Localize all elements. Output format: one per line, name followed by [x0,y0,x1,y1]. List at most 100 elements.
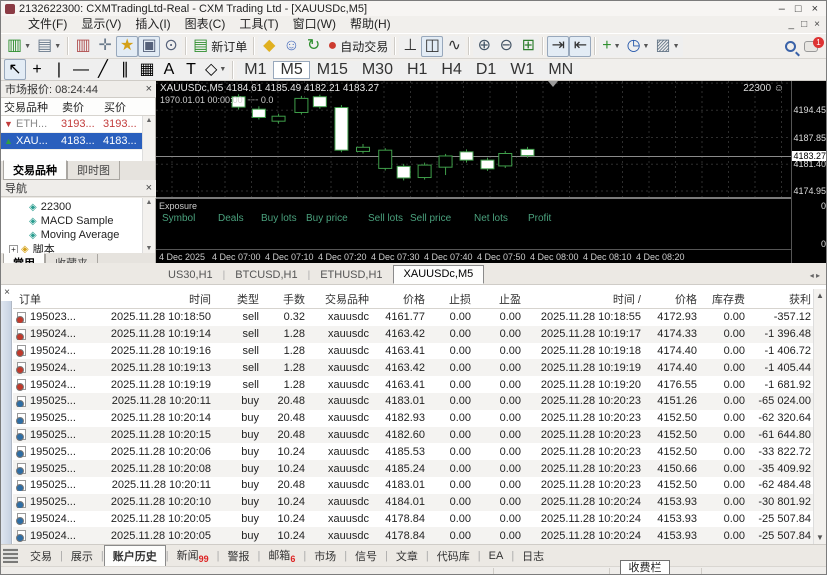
mdi-restore-button[interactable]: □ [801,19,807,30]
terminal-toggle[interactable]: ▣ [138,36,160,57]
terminal-column-header[interactable]: 类型 [215,291,263,307]
bottom-tab-市场[interactable]: 市场 [306,546,344,566]
mw-column-1[interactable]: 卖价 [59,99,101,115]
menu-item-显[interactable]: 显示(V) [74,16,128,33]
bottom-tab-代码库[interactable]: 代码库 [429,546,478,566]
strategy-tester-toggle[interactable]: ⊙ [160,36,182,57]
navigator-item[interactable]: +◈脚本 [1,242,155,253]
table-row[interactable]: 195025...2025.11.28 10:20:15buy20.48xauu… [13,427,813,444]
candlestick-button[interactable]: ◫ [421,36,443,57]
timeframe-D1[interactable]: D1 [469,61,503,79]
mdi-minimize-button[interactable]: _ [789,19,795,30]
chart-tab-BTCUSD[interactable]: BTCUSD,H1 [225,267,307,284]
terminal-column-header[interactable]: 手数 [263,291,309,307]
navigator-item[interactable]: ◈22300 [1,200,155,214]
bottom-tab-EA[interactable]: EA [481,548,512,564]
chart-window[interactable]: XAUUSDc,M5 4184.61 4185.49 4182.21 4183.… [156,81,827,263]
table-row[interactable]: 195025...2025.11.28 10:20:11buy20.48xauu… [13,477,813,494]
navigator-item[interactable]: ◈Moving Average [1,228,155,242]
periods-button[interactable]: ◷▼ [624,36,653,57]
metaeditor-button[interactable]: ◆ [258,36,280,57]
timeframe-M1[interactable]: M1 [237,61,273,79]
timeframe-M5[interactable]: M5 [273,61,309,79]
menu-item-窗[interactable]: 窗口(W) [286,16,343,33]
menu-item-插[interactable]: 插入(I) [128,16,177,33]
chart-tab-scrollers[interactable]: ◂ ▸ [804,271,826,284]
trendline-tool[interactable]: ╱ [92,59,114,80]
chart-tab-ETHUSD[interactable]: ETHUSD,H1 [310,267,392,284]
community-button[interactable]: ☺ [280,36,302,57]
bar-chart-button[interactable]: ⊥ [399,36,421,57]
chart-tab-XAUUSDc[interactable]: XAUUSDc,M5 [393,265,485,284]
terminal-column-header[interactable]: 订单 [13,291,103,307]
table-row[interactable]: 195025...2025.11.28 10:20:08buy10.24xauu… [13,460,813,477]
terminal-column-header[interactable]: 价格 [373,291,429,307]
autotrading-button[interactable]: ●自动交易 [325,36,392,57]
close-button[interactable]: × [812,3,818,15]
bottom-tab-展示[interactable]: 展示 [63,546,101,566]
menu-item-工[interactable]: 工具(T) [232,16,285,33]
market-watch-toggle[interactable]: ▥ [72,36,94,57]
table-row[interactable]: 195025...2025.11.28 10:20:14buy20.48xauu… [13,410,813,427]
table-row[interactable]: 195024...2025.11.28 10:20:05buy10.24xauu… [13,527,813,544]
terminal-column-header[interactable]: 价格 [645,291,701,307]
mw-column-2[interactable]: 买价 [101,99,143,115]
terminal-column-header[interactable]: 库存费 [701,291,749,307]
navigator-item[interactable]: ◈MACD Sample [1,214,155,228]
terminal-column-header[interactable]: 获利 [749,291,815,307]
terminal-column-header[interactable]: 时间 [103,291,215,307]
expand-icon[interactable]: + [9,245,18,254]
search-icon[interactable] [785,41,796,52]
terminal-column-header[interactable]: 止盈 [475,291,525,307]
bottom-tab-新闻[interactable]: 新闻99 [169,545,217,566]
table-row[interactable]: 195025...2025.11.28 10:20:11buy20.48xauu… [13,393,813,410]
new-order-button[interactable]: ▤新订单 [190,36,250,57]
terminal-column-header[interactable]: 时间 / [525,291,645,307]
table-row[interactable]: 195024...2025.11.28 10:19:14sell1.28xauu… [13,326,813,343]
zoom-out-button[interactable]: ⊖ [495,36,517,57]
timeframe-M15[interactable]: M15 [310,61,355,79]
label-tool[interactable]: T [180,59,202,80]
notifications-icon[interactable]: 1 [804,41,818,52]
navigator-toggle[interactable]: ★ [116,36,138,57]
market-watch-tab-active[interactable]: 交易品种 [3,160,67,180]
line-chart-button[interactable]: ∿ [443,36,465,57]
table-row[interactable]: 195024...2025.11.28 10:19:16sell1.28xauu… [13,343,813,360]
text-tool[interactable]: A [158,59,180,80]
zoom-in-button[interactable]: ⊕ [473,36,495,57]
vertical-line-tool[interactable]: | [48,59,70,80]
table-row[interactable]: 195025...2025.11.28 10:20:10buy10.24xauu… [13,494,813,511]
market-watch-close-icon[interactable]: × [146,83,152,95]
bottom-tab-文章[interactable]: 文章 [388,546,426,566]
new-chart-button[interactable]: ▥▼ [4,36,34,57]
terminal-scrollbar[interactable]: ▲▼ [813,289,826,544]
table-row[interactable]: 195025...2025.11.28 10:20:06buy10.24xauu… [13,443,813,460]
indicators-button[interactable]: +▼ [599,36,623,57]
data-window-toggle[interactable]: ✛ [94,36,116,57]
bottom-tab-警报[interactable]: 警报 [219,546,257,566]
table-row[interactable]: 195024...2025.11.28 10:20:05buy10.24xauu… [13,511,813,528]
fibonacci-tool[interactable]: ▦ [136,59,158,80]
minimize-button[interactable]: – [779,3,785,15]
table-row[interactable]: 195024...2025.11.28 10:19:13sell1.28xauu… [13,359,813,376]
channel-tool[interactable]: ∥ [114,59,136,80]
market-watch-row[interactable]: ▲ XAU...4183...4183... [1,133,155,150]
templates-button[interactable]: ▨▼ [652,36,682,57]
shapes-tool[interactable]: ◇▼ [202,59,229,80]
bottom-tab-信号[interactable]: 信号 [347,546,385,566]
mdi-close-button[interactable]: × [814,19,820,30]
bottom-tab-账户历史[interactable]: 账户历史 [104,545,166,567]
tile-windows-button[interactable]: ⊞ [517,36,539,57]
refresh-button[interactable]: ↻ [303,36,325,57]
timeframe-W1[interactable]: W1 [503,61,541,79]
terminal-close-icon[interactable]: × [1,287,13,298]
chart-tab-US30[interactable]: US30,H1 [158,267,223,284]
table-row[interactable]: 195023...2025.11.28 10:18:50sell0.32xauu… [13,309,813,326]
menu-item-文[interactable]: 文件(F) [21,16,74,33]
menu-item-帮[interactable]: 帮助(H) [343,16,398,33]
timeframe-H1[interactable]: H1 [400,61,434,79]
cursor-tool[interactable]: ↖ [4,59,26,80]
market-watch-row[interactable]: ▼ ETH...3193...3193... [1,116,155,133]
mw-column-0[interactable]: 交易品种 [1,99,59,115]
market-watch-tab-other[interactable]: 即时图 [67,161,120,180]
